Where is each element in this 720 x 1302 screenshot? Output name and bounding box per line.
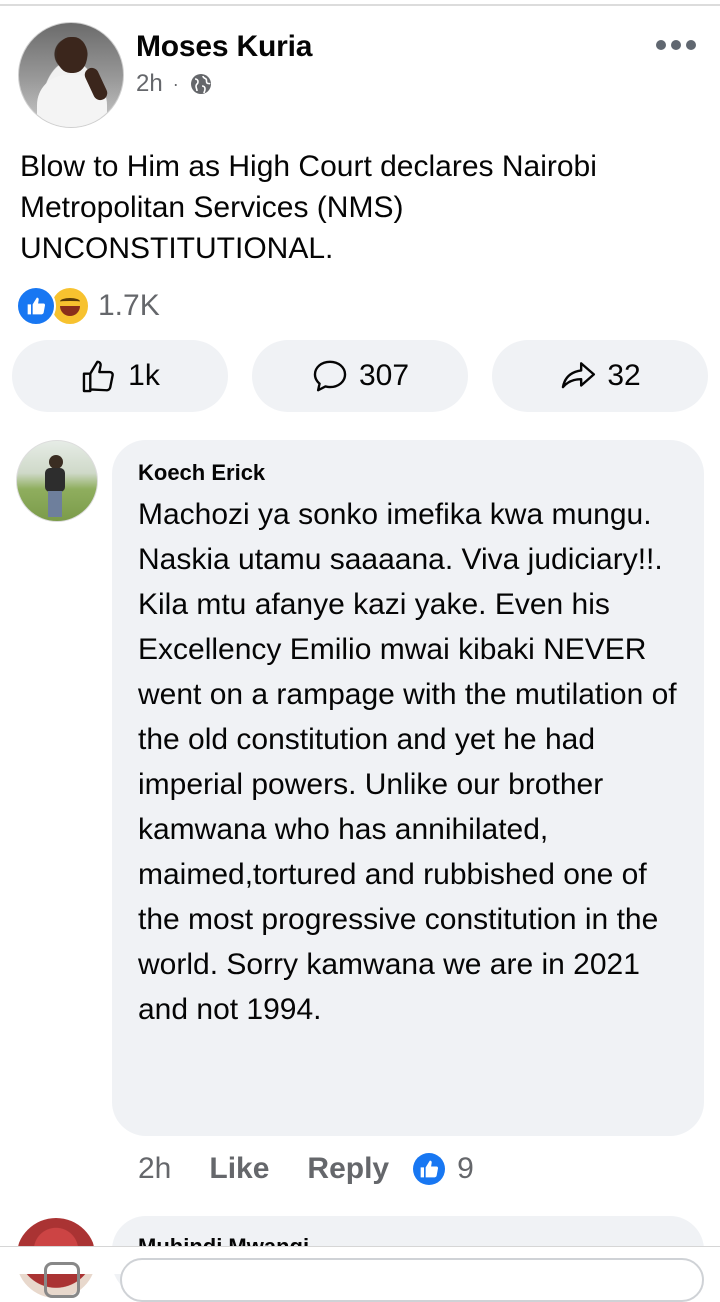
like-reaction-icon (16, 286, 56, 326)
comment-reaction-count: 9 (457, 1152, 474, 1185)
comment-time[interactable]: 2h (138, 1152, 171, 1186)
globe-icon (190, 74, 211, 94)
haha-reaction-icon (50, 286, 90, 326)
comment-like-button[interactable]: Like (209, 1152, 269, 1186)
comment-count: 307 (358, 359, 410, 392)
reaction-count: 1.7K (98, 289, 160, 322)
share-count: 32 (607, 359, 641, 392)
camera-icon[interactable] (44, 1262, 80, 1298)
reactions-summary[interactable]: 1.7K (16, 286, 160, 326)
like-button[interactable]: 1k (12, 340, 228, 412)
like-reaction-icon[interactable] (413, 1153, 446, 1185)
meta-separator: · (172, 73, 179, 94)
author-avatar[interactable] (18, 22, 124, 128)
composer-divider (0, 1246, 720, 1247)
post-text: Blow to Him as High Court declares Nairo… (20, 150, 597, 265)
comment-input[interactable] (120, 1258, 704, 1302)
share-icon (562, 362, 596, 389)
more-options-icon[interactable] (656, 40, 696, 50)
top-divider (0, 4, 720, 6)
share-button[interactable]: 32 (492, 340, 708, 412)
like-count: 1k (128, 359, 160, 392)
comment-actions: 2h Like Reply 9 (138, 1152, 474, 1186)
commenter-avatar[interactable] (16, 440, 98, 522)
comment-text: Machozi ya sonko imefika kwa mungu. Nask… (138, 498, 677, 1026)
comment-icon (313, 360, 347, 392)
post-time[interactable]: 2h (136, 70, 163, 98)
thumbs-up-icon (82, 360, 115, 393)
commenter-name[interactable]: Koech Erick (138, 460, 265, 486)
post-author-name[interactable]: Moses Kuria (136, 30, 312, 64)
comment-reply-button[interactable]: Reply (307, 1152, 389, 1186)
post-meta: 2h · (136, 70, 213, 98)
comment-button[interactable]: 307 (252, 340, 468, 412)
